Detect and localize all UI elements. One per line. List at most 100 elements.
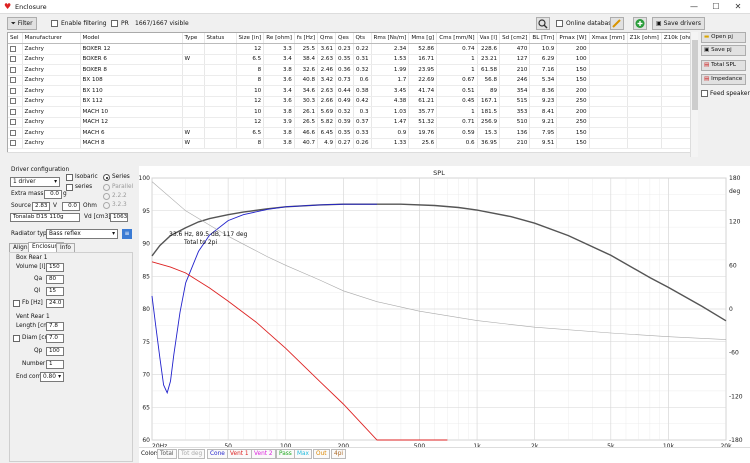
driver-count-select[interactable]: 1 driver ▾	[10, 177, 60, 187]
close-button[interactable]: ✕	[727, 0, 749, 14]
end-corr-select[interactable]: 0.80 ▾	[40, 372, 64, 382]
table-row[interactable]: Zachry BOXER 12 12 3.3 25.5 3.61 0.23 0.22 2.34 5…	[8, 43, 697, 55]
vent-diam-input[interactable]: 7.0	[46, 334, 64, 343]
source-impedance-input[interactable]: 0.0	[62, 202, 80, 211]
option-222-radio[interactable]	[103, 193, 110, 200]
spl-chart[interactable]: 20Hz501002005001k2k5k10k20k6065707580859…	[139, 166, 750, 456]
column-header[interactable]: Status	[204, 33, 237, 44]
row-select-checkbox[interactable]	[10, 140, 16, 146]
column-header[interactable]: Sd [cm2]	[499, 33, 531, 44]
series-radio[interactable]	[103, 174, 110, 181]
legend-item[interactable]: Vent 2	[251, 449, 276, 459]
table-row[interactable]: Zachry BOXER 6 W 6.5 3.4 38.4 2.63 0.35 0.31 1.53…	[8, 54, 697, 65]
column-header[interactable]: BL [Tm]	[529, 33, 558, 44]
legend-item[interactable]: Tot deg	[178, 449, 206, 459]
minimize-button[interactable]: —	[683, 0, 705, 14]
total-spl-button[interactable]: ▤ Total SPL	[701, 60, 746, 71]
vertical-scroll-thumb[interactable]	[692, 40, 698, 110]
row-select-checkbox[interactable]	[10, 77, 16, 83]
column-header[interactable]: Manufacturer	[22, 33, 81, 44]
column-header[interactable]: Z1k [ohm]	[627, 33, 662, 44]
radiator-settings-button[interactable]: ≡	[122, 229, 132, 239]
row-select-cell[interactable]	[8, 96, 23, 107]
table-row[interactable]: Zachry BX 108 8 3.6 40.8 3.42 0.73 0.6 1.7 22.69 0…	[8, 75, 697, 86]
impedance-button[interactable]: ▤ Impedance	[701, 74, 746, 85]
online-database-checkbox[interactable]	[556, 20, 563, 27]
legend-item[interactable]: Vent 1	[227, 449, 252, 459]
volume-input[interactable]: 150	[46, 263, 64, 272]
radiator-type-select[interactable]: Bass reflex ▾	[46, 229, 118, 239]
save-drivers-button[interactable]: ▣ Save drivers	[652, 17, 706, 30]
column-header[interactable]: Cms [mm/N]	[436, 33, 478, 44]
maximize-button[interactable]: ☐	[705, 0, 727, 14]
column-header[interactable]: Pmax [W]	[556, 33, 590, 44]
table-row[interactable]: Zachry BX 110 10 3.4 34.6 2.63 0.44 0.38 3.45 41.…	[8, 85, 697, 97]
fb-input[interactable]: 24.0	[46, 299, 64, 308]
column-header[interactable]: Model	[80, 33, 183, 44]
filter-button[interactable]: ⏷ Filter	[7, 17, 37, 30]
legend-item[interactable]: Pass	[276, 449, 295, 459]
add-driver-button[interactable]	[633, 17, 647, 30]
row-select-checkbox[interactable]	[10, 129, 16, 136]
legend-item[interactable]: Out	[313, 449, 330, 459]
column-header[interactable]: Vas [l]	[477, 33, 501, 44]
column-header[interactable]: fs [Hz]	[294, 33, 319, 44]
row-select-cell[interactable]	[8, 64, 23, 76]
column-header[interactable]: Qms	[317, 33, 337, 44]
table-row[interactable]: Zachry BX 112 12 3.6 30.3 2.66 0.49 0.42 4.38 61.…	[8, 96, 697, 107]
column-header[interactable]: Sel	[8, 33, 23, 44]
column-header[interactable]: Mms [g]	[408, 33, 438, 44]
row-select-cell[interactable]	[8, 127, 23, 139]
row-select-checkbox[interactable]	[10, 87, 16, 94]
extra-mass-input[interactable]: 0.0	[44, 190, 62, 199]
legend-item[interactable]: Total	[157, 449, 177, 459]
column-header[interactable]: Rms [Ns/m]	[371, 33, 410, 44]
row-select-checkbox[interactable]	[10, 66, 16, 73]
diam-checkbox[interactable]	[13, 335, 20, 342]
table-row[interactable]: Zachry MACH 12 12 3.9 26.5 5.82 0.39 0.37 1.47 51…	[8, 117, 697, 128]
series-checkbox[interactable]	[66, 184, 73, 191]
source-voltage-input[interactable]: 2.83	[32, 202, 50, 211]
vent-number-input[interactable]: 1	[46, 360, 64, 369]
legend-item[interactable]: 4pi	[331, 449, 346, 459]
feed-speaker-checkbox[interactable]	[701, 90, 708, 97]
table-row[interactable]: Zachry MACH 10 10 3.8 26.1 5.69 0.32 0.3 1.03 35.…	[8, 106, 697, 118]
column-header[interactable]: Re [ohm]	[263, 33, 295, 44]
column-header[interactable]: Qts	[353, 33, 372, 44]
table-row[interactable]: Zachry BOXER 8 8 3.8 32.6 2.46 0.36 0.32 1.99 23.…	[8, 64, 697, 76]
column-header[interactable]: Type	[182, 33, 205, 44]
isobaric-checkbox[interactable]	[66, 174, 73, 181]
parallel-radio[interactable]	[103, 184, 110, 191]
open-project-button[interactable]: ▬ Open pj	[701, 32, 746, 43]
row-select-cell[interactable]	[8, 85, 23, 97]
save-project-button[interactable]: ▣ Save pj	[701, 45, 746, 56]
row-select-checkbox[interactable]	[10, 119, 16, 125]
table-vertical-scrollbar[interactable]	[690, 32, 698, 157]
pr-checkbox[interactable]	[111, 20, 118, 27]
fb-checkbox[interactable]	[13, 300, 20, 307]
row-select-cell[interactable]	[8, 75, 23, 86]
qp-input[interactable]: 100	[46, 347, 64, 356]
row-select-cell[interactable]	[8, 117, 23, 128]
table-horizontal-scrollbar[interactable]	[7, 152, 690, 158]
search-button[interactable]	[536, 17, 550, 30]
qa-input[interactable]: 80	[46, 275, 64, 284]
row-select-checkbox[interactable]	[10, 45, 16, 52]
table-row[interactable]: Zachry MACH 8 W 8 3.8 40.7 4.9 0.27 0.26 1.33 25.6…	[8, 138, 697, 149]
legend-item[interactable]: Cone	[207, 449, 228, 459]
column-header[interactable]: Xmax [mm]	[589, 33, 628, 44]
column-header[interactable]: Size [in]	[236, 33, 265, 44]
table-row[interactable]: Zachry MACH 6 W 6.5 3.8 46.6 6.45 0.35 0.33 0.9 19…	[8, 127, 697, 139]
row-select-checkbox[interactable]	[10, 56, 16, 62]
row-select-cell[interactable]	[8, 106, 23, 118]
row-select-checkbox[interactable]	[10, 98, 16, 104]
enable-filtering-checkbox[interactable]	[51, 20, 58, 27]
column-header[interactable]: Qes	[335, 33, 354, 44]
row-select-cell[interactable]	[8, 54, 23, 65]
vent-length-input[interactable]: 7.8	[46, 322, 64, 331]
edit-button[interactable]	[610, 17, 624, 30]
row-select-cell[interactable]	[8, 43, 23, 55]
row-select-cell[interactable]	[8, 138, 23, 149]
tab-info[interactable]: Info	[56, 243, 75, 252]
row-select-checkbox[interactable]	[10, 108, 16, 115]
